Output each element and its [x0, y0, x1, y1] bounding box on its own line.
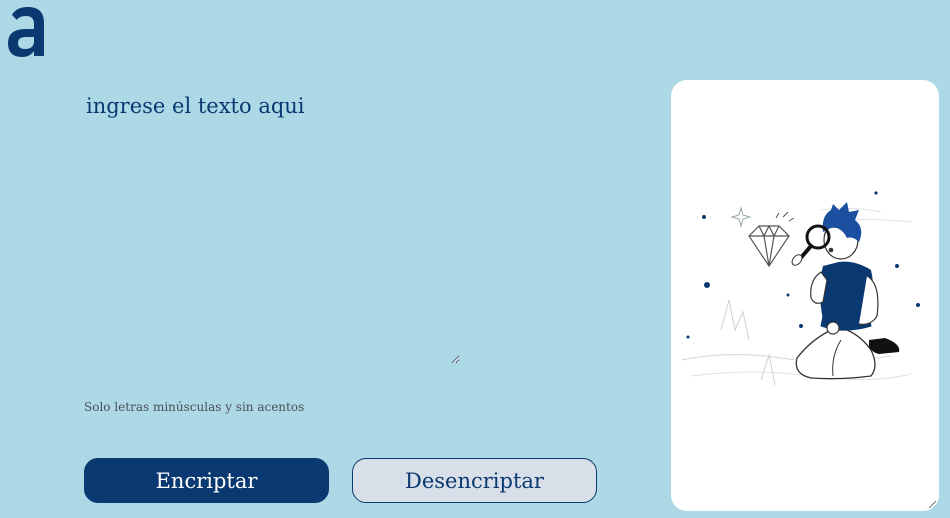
decrypt-button[interactable]: Desencriptar: [352, 458, 597, 503]
text-input[interactable]: [80, 88, 460, 364]
logo-icon: [6, 5, 48, 59]
encrypt-button[interactable]: Encriptar: [84, 458, 329, 503]
input-hint: Solo letras minúsculas y sin acentos: [84, 400, 305, 414]
resize-grip-icon[interactable]: [928, 500, 936, 508]
output-panel: [671, 80, 939, 511]
person-searching-illustration: [680, 191, 920, 386]
